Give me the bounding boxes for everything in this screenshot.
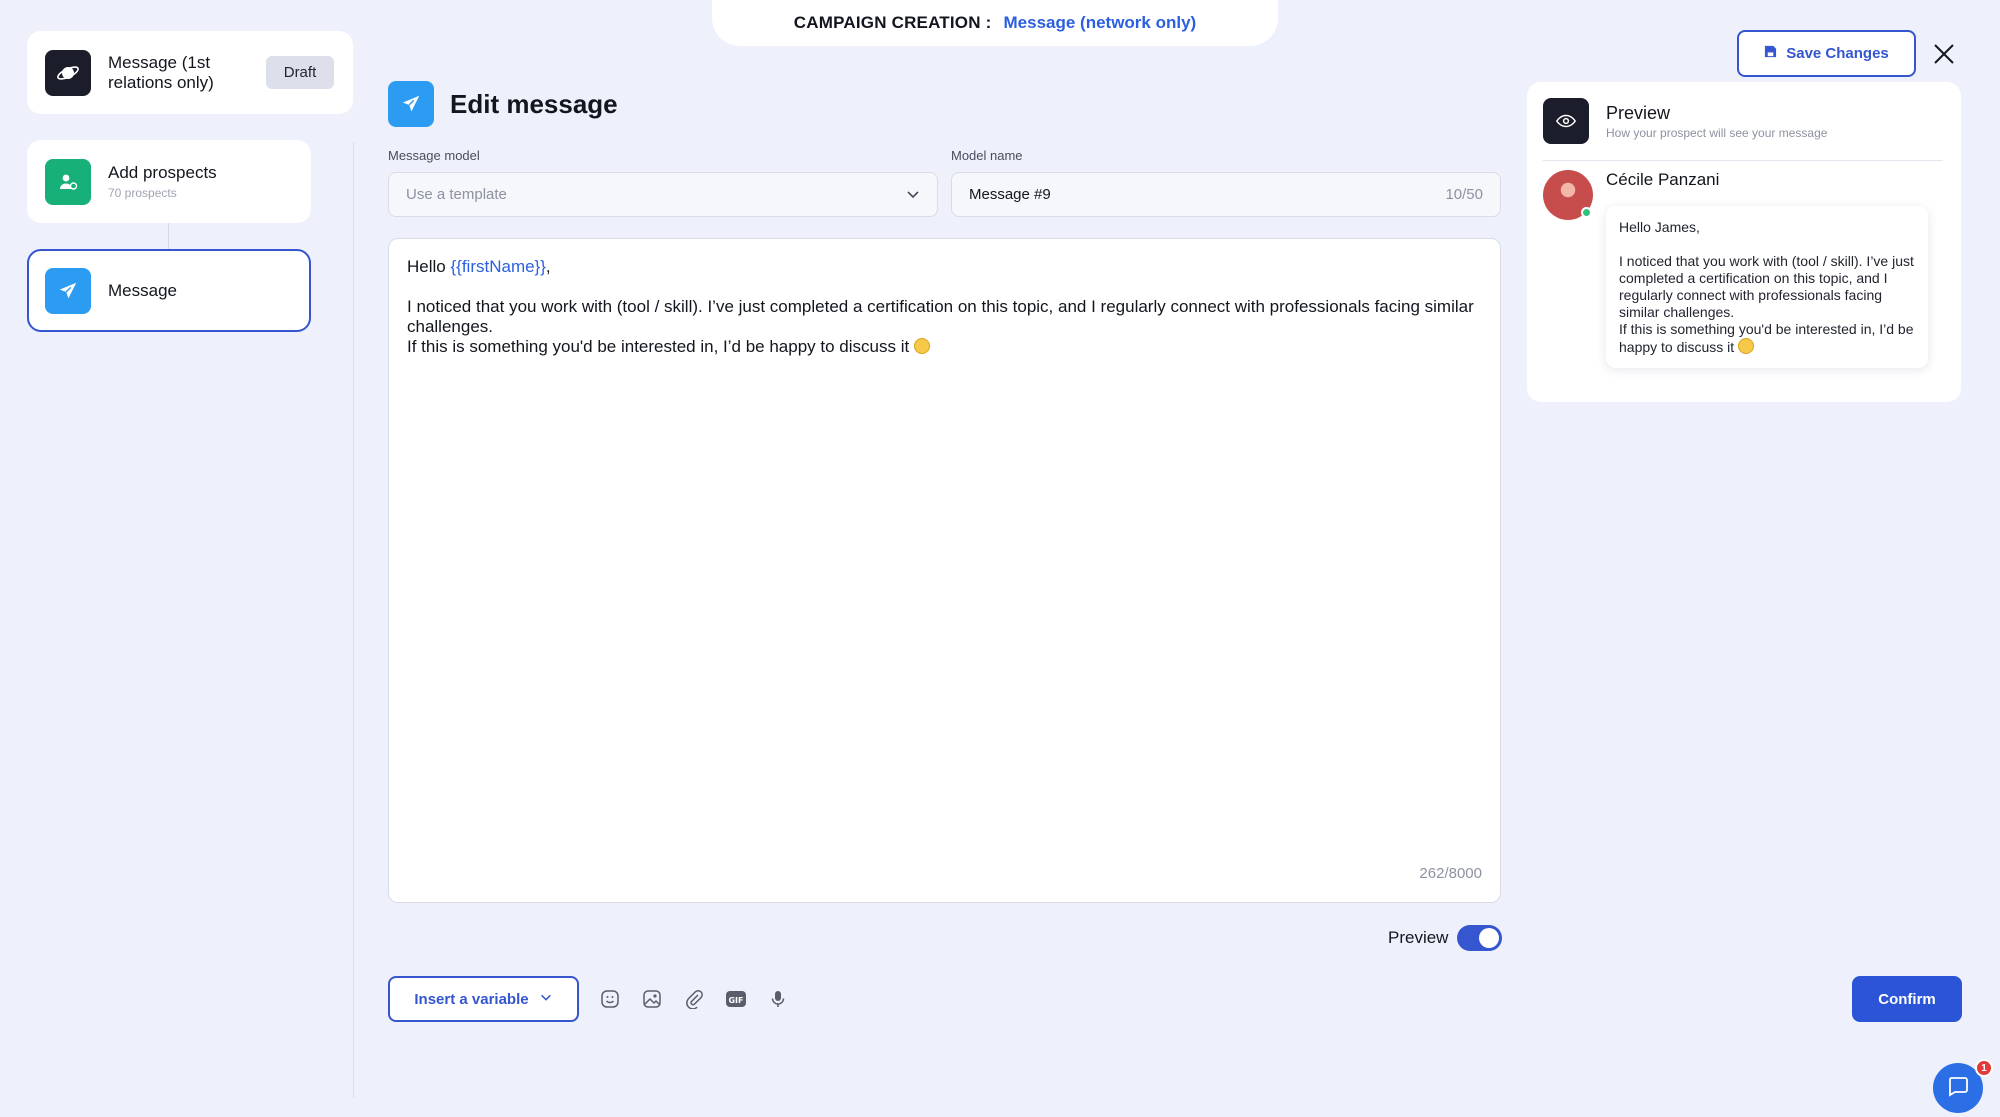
preview-body-1: I noticed that you work with (tool / ski… <box>1619 253 1914 320</box>
message-greeting-line: Hello {{firstName}}, <box>407 257 1482 277</box>
greeting-text: Hello <box>407 257 451 276</box>
message-editor[interactable]: Hello {{firstName}}, I noticed that you … <box>388 238 1501 903</box>
step-message[interactable]: Message <box>27 249 311 332</box>
save-icon <box>1764 45 1777 62</box>
step-add-prospects[interactable]: Add prospects 70 prospects <box>27 140 311 223</box>
preview-body-2-text: If this is something you'd be interested… <box>1619 321 1914 355</box>
message-line-1: I noticed that you work with (tool / ski… <box>407 297 1474 336</box>
step-title: Message <box>108 280 177 300</box>
insert-variable-button[interactable]: Insert a variable <box>388 976 579 1022</box>
model-name-value: Message #9 <box>969 186 1051 203</box>
notification-badge: 1 <box>1975 1059 1993 1077</box>
step-subtitle: 70 prospects <box>108 186 177 200</box>
preview-panel: Preview How your prospect will see your … <box>1527 82 1961 402</box>
close-icon[interactable] <box>1930 40 1958 68</box>
greeting-end: , <box>545 257 551 276</box>
user-add-icon <box>45 158 91 205</box>
message-bubble: Hello James, I noticed that you work wit… <box>1606 206 1928 368</box>
variable-firstname: {{firstName}} <box>450 257 546 276</box>
preview-title: Preview <box>1606 103 1671 123</box>
model-name-label: Model name <box>951 148 1023 163</box>
microphone-icon[interactable] <box>766 987 790 1011</box>
step-message-1st-relations[interactable]: Message (1st relations only) Draft <box>27 31 353 114</box>
step-connector <box>168 223 169 249</box>
online-status-dot <box>1581 207 1592 218</box>
svg-text:GIF: GIF <box>728 996 743 1005</box>
message-model-placeholder: Use a template <box>406 186 507 203</box>
preview-toggle-label: Preview <box>1388 928 1449 947</box>
eye-icon <box>1543 98 1589 144</box>
model-name-input[interactable]: Message #9 10/50 <box>951 172 1501 217</box>
preview-greeting: Hello James, <box>1619 219 1700 235</box>
chat-icon <box>1946 1074 1970 1103</box>
chevron-down-icon <box>905 186 921 206</box>
insert-variable-label: Insert a variable <box>414 990 529 1008</box>
campaign-header-value: Message (network only) <box>1003 13 1197 32</box>
preview-subtitle: How your prospect will see your message <box>1606 126 1828 140</box>
toggle-knob <box>1479 928 1499 948</box>
page-title: Edit message <box>450 89 618 119</box>
planet-icon <box>45 49 91 96</box>
avatar <box>1543 170 1593 220</box>
gif-icon[interactable]: GIF <box>724 987 748 1011</box>
message-line-2: If this is something you'd be interested… <box>407 337 1482 357</box>
chevron-down-icon <box>539 990 553 1008</box>
smile-emoji-icon <box>913 338 930 354</box>
image-icon[interactable] <box>640 987 664 1011</box>
sender-name: Cécile Panzani <box>1606 170 1720 189</box>
sidebar-divider <box>353 142 354 1098</box>
message-model-select[interactable]: Use a template <box>388 172 938 217</box>
campaign-header: CAMPAIGN CREATION : Message (network onl… <box>712 0 1278 46</box>
send-icon <box>45 267 91 314</box>
send-icon <box>388 81 434 127</box>
preview-divider <box>1543 160 1943 161</box>
confirm-button[interactable]: Confirm <box>1852 976 1962 1022</box>
message-line-2-text: If this is something you'd be interested… <box>407 337 914 356</box>
preview-body-2: If this is something you'd be interested… <box>1619 321 1915 356</box>
smile-emoji-icon <box>1738 338 1755 354</box>
save-changes-button[interactable]: Save Changes <box>1737 30 1916 77</box>
model-name-count: 10/50 <box>1445 186 1483 203</box>
attachment-icon[interactable] <box>682 987 706 1011</box>
emoji-icon[interactable] <box>598 987 622 1011</box>
preview-toggle[interactable] <box>1457 925 1502 951</box>
save-changes-label: Save Changes <box>1786 45 1889 62</box>
message-model-label: Message model <box>388 148 480 163</box>
draft-badge: Draft <box>266 56 334 89</box>
campaign-header-label: CAMPAIGN CREATION : <box>793 13 992 32</box>
step-title: Add prospects <box>108 163 217 182</box>
character-counter: 262/8000 <box>1419 865 1482 882</box>
step-title: Message (1st relations only) <box>108 52 214 92</box>
